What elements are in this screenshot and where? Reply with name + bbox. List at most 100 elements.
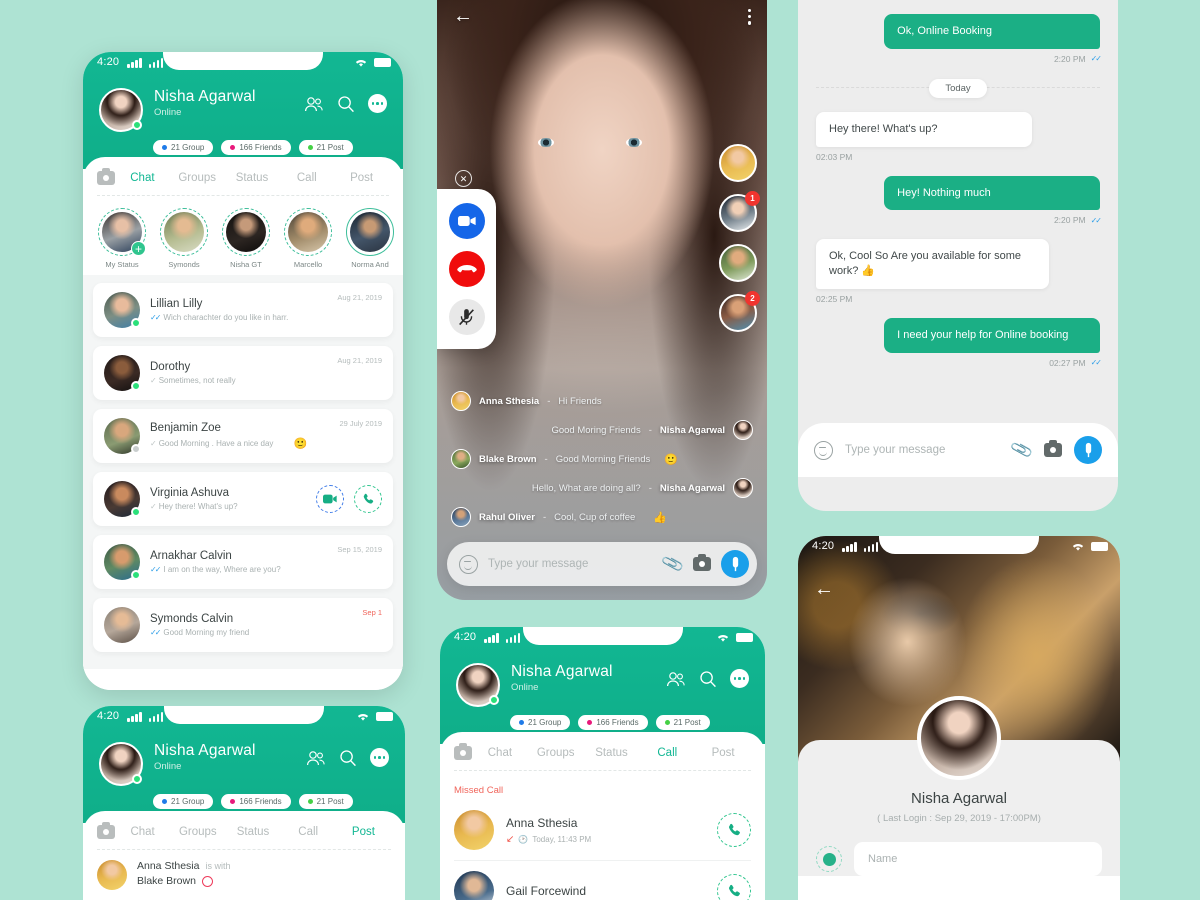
phone-call-icon[interactable] (717, 813, 751, 847)
chip-friends[interactable]: 166 Friends (578, 715, 648, 730)
camera-icon[interactable] (97, 822, 115, 839)
table-row[interactable]: Symonds Calvin ✓✓ Good Morning my friend … (93, 598, 393, 652)
tab-post[interactable]: Post (334, 172, 389, 184)
avatar[interactable] (456, 663, 500, 707)
story-label: My Status (105, 260, 139, 269)
message-bubble-incoming: Hey there! What's up? (816, 111, 1032, 147)
attachment-icon[interactable]: 📎 (660, 551, 686, 577)
tab-call[interactable]: Call (279, 172, 334, 184)
search-icon[interactable] (337, 95, 355, 113)
conversation-list: Lillian Lilly ✓✓ Wich charachter do you l… (83, 275, 403, 669)
sent-tick-icon: ✓ (150, 502, 157, 511)
status-time: 4:20 (97, 56, 120, 68)
chip-posts[interactable]: 21 Post (298, 794, 353, 809)
table-row[interactable]: Virginia Ashuva ✓ Hey there! What's up? (93, 472, 393, 526)
microphone-icon[interactable] (1074, 436, 1102, 464)
avatar[interactable] (917, 696, 1001, 780)
tab-groups[interactable]: Groups (170, 172, 225, 184)
story-item[interactable]: Nisha GT (219, 208, 273, 269)
story-item[interactable]: Marcello (281, 208, 335, 269)
tab-post[interactable]: Post (336, 826, 391, 838)
profile-name: Nisha Agarwal (154, 742, 256, 759)
group-icon[interactable] (304, 96, 324, 112)
table-row[interactable]: Anna Sthesia ↙ 🕑 Today, 11:43 PM (454, 800, 751, 861)
tab-call[interactable]: Call (639, 747, 695, 759)
group-icon[interactable] (306, 750, 326, 766)
list-item[interactable] (719, 144, 757, 182)
table-row[interactable]: Gail Forcewind (454, 861, 751, 900)
tab-groups[interactable]: Groups (528, 747, 584, 759)
tab-status[interactable]: Status (225, 826, 280, 838)
camera-icon[interactable] (693, 554, 711, 571)
chip-groups[interactable]: 21 Group (153, 794, 214, 809)
tab-chat[interactable]: Chat (115, 826, 170, 838)
chip-friends[interactable]: 166 Friends (221, 794, 291, 809)
avatar[interactable] (99, 742, 143, 786)
status-badge: 1 (745, 191, 760, 206)
chip-posts[interactable]: 21 Post (655, 715, 710, 730)
emoji-icon[interactable] (814, 440, 833, 460)
online-dot (132, 120, 142, 130)
chip-posts[interactable]: 21 Post (298, 140, 353, 155)
list-item: Hello, What are doing all? - Nisha Agarw… (451, 478, 753, 498)
table-row[interactable]: Dorothy ✓ Sometimes, not really Aug 21, 2… (93, 346, 393, 400)
table-row[interactable]: Lillian Lilly ✓✓ Wich charachter do you l… (93, 283, 393, 337)
list-item: Rahul Oliver - Cool, Cup of coffee 👍 (451, 507, 753, 527)
list-item: Good Moring Friends - Nisha Agarwal (451, 420, 753, 440)
chip-friends[interactable]: 166 Friends (221, 140, 291, 155)
back-arrow-icon[interactable]: ← (453, 6, 473, 26)
status-right (356, 711, 393, 722)
microphone-icon[interactable] (721, 550, 749, 578)
close-icon[interactable]: ✕ (455, 170, 472, 187)
attachment-icon[interactable]: 📎 (1009, 437, 1035, 463)
more-icon[interactable] (730, 669, 749, 688)
tab-call[interactable]: Call (281, 826, 336, 838)
phone-call-icon[interactable] (717, 874, 751, 900)
profile-name: Nisha Agarwal (154, 88, 256, 105)
chip-groups[interactable]: 21 Group (510, 715, 571, 730)
video-call-icon[interactable] (316, 485, 344, 513)
video-toggle-button[interactable] (448, 203, 485, 239)
search-icon[interactable] (699, 670, 717, 688)
add-status-icon[interactable]: + (131, 241, 146, 256)
more-icon[interactable] (368, 94, 387, 113)
group-icon[interactable] (666, 671, 686, 687)
tab-status[interactable]: Status (225, 172, 280, 184)
tab-status[interactable]: Status (584, 747, 640, 759)
message-input[interactable]: Type your message (488, 558, 653, 570)
last-login: ( Last Login : Sep 29, 2019 - 17:00PM) (877, 813, 1041, 824)
tab-groups[interactable]: Groups (170, 826, 225, 838)
chip-groups[interactable]: 21 Group (153, 140, 214, 155)
more-vertical-icon[interactable] (747, 6, 751, 26)
mute-button[interactable] (448, 299, 485, 335)
tab-chat[interactable]: Chat (115, 172, 170, 184)
list-item[interactable] (719, 244, 757, 282)
story-item[interactable]: Norma And (343, 208, 397, 269)
table-row[interactable]: Benjamin Zoe ✓ Good Morning . Have a nice… (93, 409, 393, 463)
phone-call-icon[interactable] (354, 485, 382, 513)
tab-post[interactable]: Post (695, 747, 751, 759)
story-item[interactable]: Symonds (157, 208, 211, 269)
message-time-row: 2:20 PM ✓✓ (1053, 53, 1102, 64)
camera-icon[interactable] (1044, 440, 1062, 457)
post-author: Anna Sthesia (137, 860, 200, 872)
camera-icon[interactable] (97, 168, 115, 185)
message-text: Hi Friends (558, 395, 602, 407)
story-item[interactable]: + My Status (95, 208, 149, 269)
message-input[interactable]: Type your message (845, 444, 1000, 456)
post-item[interactable]: Anna Sthesia is with Blake Brown (83, 850, 405, 890)
call-green-header: 4:20 Nisha Agarwal Online 21 Group 166 F… (440, 627, 765, 744)
avatar[interactable] (99, 88, 143, 132)
camera-icon[interactable] (454, 743, 472, 760)
read-tick-icon: ✓✓ (150, 628, 161, 637)
tab-chat[interactable]: Chat (472, 747, 528, 759)
more-icon[interactable] (370, 748, 389, 767)
name-field-row: Name (816, 842, 1102, 876)
chat-sheet: Chat Groups Status Call Post + My Status… (83, 157, 403, 690)
back-arrow-icon[interactable]: ← (814, 578, 834, 601)
search-icon[interactable] (339, 749, 357, 767)
end-call-button[interactable] (448, 251, 485, 287)
emoji-icon[interactable] (459, 554, 478, 574)
table-row[interactable]: Arnakhar Calvin ✓✓ I am on the way, Where… (93, 535, 393, 589)
name-field[interactable]: Name (854, 842, 1102, 876)
